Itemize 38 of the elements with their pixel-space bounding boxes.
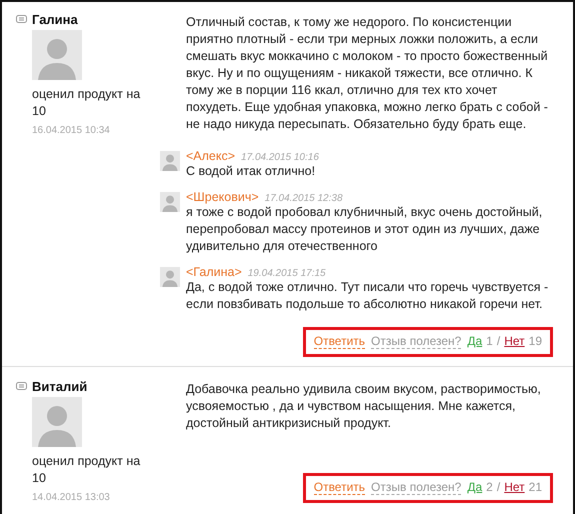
reply-date: 19.04.2015 17:15 <box>248 268 326 279</box>
review-text: Отличный состав, к тому же недорого. По консистенции приятно плотный - если три мерных ложки положить, а если смешать вкус моккачино с молоком - то просто божественный вкус. Ну и по ощущениям - никакой тяжести, все отлично. К тому же в порции 116 ккал, отлично для тех кто хочет похудеть. Еще удобная упаковка, можно легко брать с собой - не надо никуда пересыпать. Обязательно буду брать еще. <box>186 14 549 133</box>
reply-text: С водой итак отлично! <box>186 163 316 180</box>
review-text: Добавочка реально удивила своим вкусом, растворимостью, усвояемостью , да и чувством насыщения. Мне кажется, достойный антикризисный продукт. <box>186 381 542 432</box>
comment-icon <box>16 382 27 391</box>
helpful-question: Отзыв полезен? <box>371 480 462 495</box>
review-date: 14.04.2015 13:03 <box>32 492 111 503</box>
reply-text: я тоже с водой пробовал клубничный, вкус очень достойный, перепробовал массу протеинов и этот один из лучших, даже удивительно для отечественного <box>186 204 544 255</box>
avatar-icon <box>32 397 82 447</box>
no-count: 19 <box>528 334 542 348</box>
no-link[interactable]: Нет <box>504 480 525 494</box>
helpful-question: Отзыв полезен? <box>371 334 462 349</box>
yes-link[interactable]: Да <box>467 480 482 494</box>
avatar-icon <box>160 192 180 212</box>
no-link[interactable]: Нет <box>504 334 525 348</box>
reply-author[interactable]: <Шрекович> <box>186 190 259 204</box>
reply-date: 17.04.2015 10:16 <box>241 152 319 163</box>
separator: / <box>496 334 500 348</box>
review-date: 16.04.2015 10:34 <box>32 125 111 136</box>
comment-icon <box>16 15 27 24</box>
rating-text: оценил продукт на 10 <box>32 86 142 120</box>
separator: / <box>496 480 500 494</box>
review-author[interactable]: Галина <box>32 12 78 27</box>
yes-count: 2 <box>486 480 493 494</box>
reply-link[interactable]: Ответить <box>314 334 366 349</box>
avatar-icon <box>32 30 82 80</box>
reply-date: 17.04.2015 12:38 <box>264 193 343 204</box>
no-count: 21 <box>528 480 542 494</box>
avatar-icon <box>160 151 180 171</box>
yes-count: 1 <box>486 334 493 348</box>
review-author[interactable]: Виталий <box>32 379 88 394</box>
avatar-icon <box>160 267 180 287</box>
yes-link[interactable]: Да <box>467 334 482 348</box>
reply-author[interactable]: <Алекс> <box>186 149 236 163</box>
reply-author[interactable]: <Галина> <box>186 265 242 279</box>
reply-text: Да, с водой тоже отлично. Тут писали что горечь чувствуется - если повзбивать подольше то абсолютно никакой горечи нет. <box>186 279 550 313</box>
reply-link[interactable]: Ответить <box>314 480 366 495</box>
rating-text: оценил продукт на 10 <box>32 453 142 487</box>
